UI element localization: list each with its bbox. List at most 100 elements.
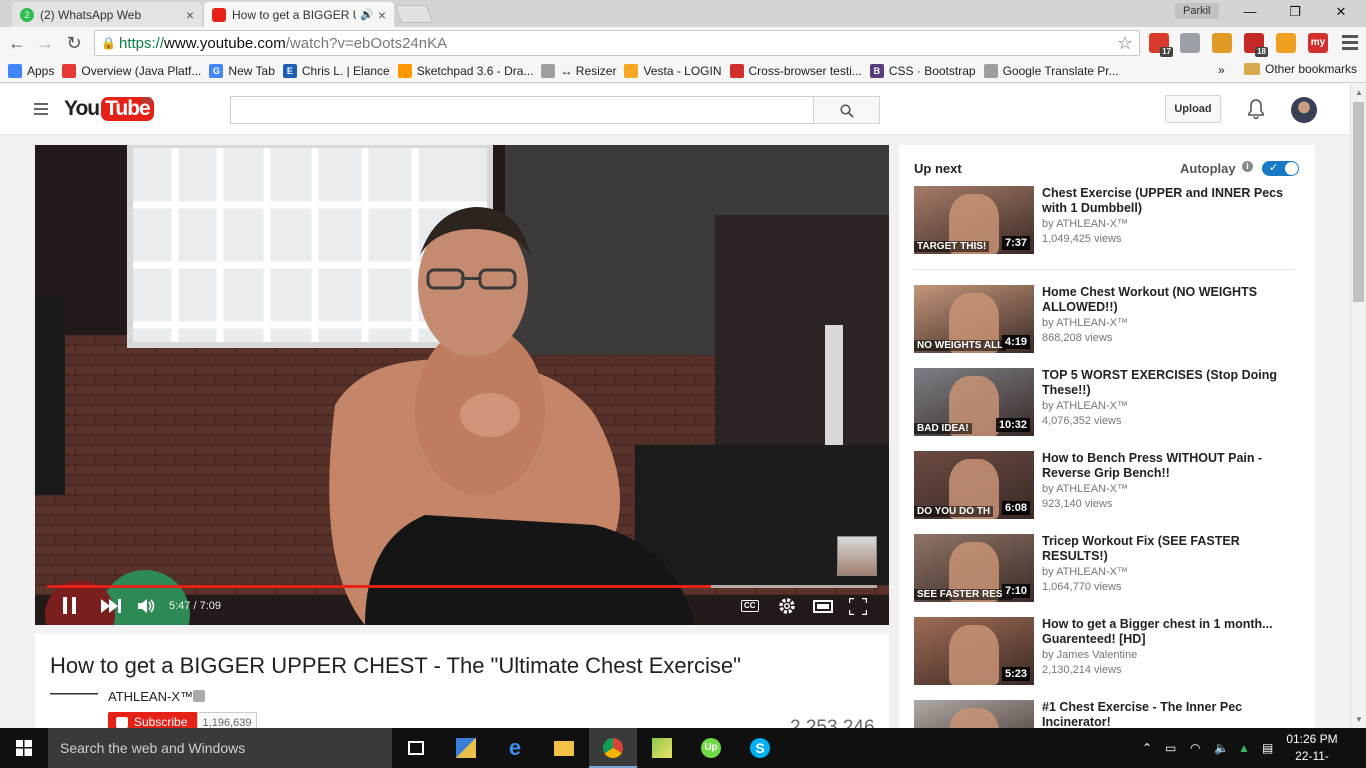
video-title[interactable]: How to get a Bigger chest in 1 month... … xyxy=(1042,617,1304,647)
up-next-item[interactable]: TARGET THIS! 7:37 Chest Exercise (UPPER an… xyxy=(914,186,1304,256)
show-hidden-icons[interactable]: ⌃ xyxy=(1142,741,1152,755)
extension-3-icon[interactable] xyxy=(1212,33,1232,53)
extension-4-icon[interactable]: 18 xyxy=(1244,33,1268,57)
video-thumbnail[interactable]: 5:23 xyxy=(914,617,1034,685)
progress-bar[interactable] xyxy=(47,585,877,588)
user-avatar[interactable] xyxy=(1291,97,1317,123)
channel-name[interactable]: ATHLEAN-X™ xyxy=(108,689,193,704)
taskbar-app-notes[interactable] xyxy=(638,728,686,768)
video-title[interactable]: How to Bench Press WITHOUT Pain - Revers… xyxy=(1042,451,1304,481)
tab-whatsapp[interactable]: 2 (2) WhatsApp Web × xyxy=(12,2,202,27)
restore-button[interactable]: ❐ xyxy=(1280,4,1310,22)
extension-5-icon[interactable] xyxy=(1276,33,1296,53)
video-title[interactable]: TOP 5 WORST EXERCISES (Stop Doing These!… xyxy=(1042,368,1304,398)
up-next-item[interactable]: 5:23 How to get a Bigger chest in 1 month… xyxy=(914,617,1304,687)
task-view-button[interactable] xyxy=(392,728,440,768)
video-thumbnail[interactable] xyxy=(914,700,1034,728)
taskbar-app-edge[interactable]: e xyxy=(491,728,539,768)
channel-watermark[interactable] xyxy=(837,536,877,576)
bookmark-item[interactable]: Cross-browser testi... xyxy=(729,63,862,78)
video-title[interactable]: #1 Chest Exercise - The Inner Pec Incine… xyxy=(1042,700,1304,728)
scroll-down-icon[interactable]: ▼ xyxy=(1355,715,1363,724)
video-thumbnail[interactable]: NO WEIGHTS ALL 4:19 xyxy=(914,285,1034,353)
tab-youtube[interactable]: How to get a BIGGER U 🔊 × xyxy=(204,2,394,27)
back-button[interactable]: ← xyxy=(6,32,28,54)
bookmark-item[interactable]: ↔ Resizer xyxy=(541,63,616,78)
taskbar-app-network[interactable] xyxy=(442,728,490,768)
forward-button[interactable]: → xyxy=(34,32,56,54)
fullscreen-button[interactable] xyxy=(847,596,869,618)
video-thumbnail[interactable]: BAD IDEA! 10:32 xyxy=(914,368,1034,436)
taskbar-app-skype[interactable]: S xyxy=(736,728,784,768)
reload-button[interactable]: ↻ xyxy=(63,32,85,54)
new-tab-button[interactable] xyxy=(394,5,434,23)
battery-icon[interactable]: ▭ xyxy=(1165,741,1176,755)
bookmark-item[interactable]: B CSS · Bootstrap xyxy=(869,63,976,78)
info-icon[interactable]: i xyxy=(1242,161,1253,172)
profile-button[interactable]: Parkil xyxy=(1175,3,1219,19)
up-next-item[interactable]: SEE FASTER RESU 7:10 Tricep Workout Fix (S… xyxy=(914,534,1304,604)
volume-button[interactable] xyxy=(138,598,156,617)
video-title[interactable]: Home Chest Workout (NO WEIGHTS ALLOWED!!… xyxy=(1042,285,1304,315)
bookmark-item[interactable]: E Chris L. | Elance xyxy=(282,63,390,78)
extension-1-icon[interactable]: 17 xyxy=(1149,33,1173,57)
bookmarks-overflow-button[interactable]: » xyxy=(1218,63,1225,77)
channel-byline[interactable]: by ATHLEAN-X™ xyxy=(1042,218,1128,230)
video-thumbnail[interactable]: TARGET THIS! 7:37 xyxy=(914,186,1034,254)
channel-avatar[interactable] xyxy=(50,689,98,729)
bookmark-item[interactable]: Sketchpad 3.6 - Dra... xyxy=(397,63,533,78)
autoplay-toggle[interactable]: ✓ xyxy=(1262,161,1299,176)
bookmark-star-icon[interactable]: ☆ xyxy=(1117,33,1133,54)
upload-button[interactable]: Upload xyxy=(1165,95,1221,123)
youtube-logo[interactable]: You Tube xyxy=(64,97,154,121)
scroll-up-icon[interactable]: ▲ xyxy=(1355,88,1363,97)
next-button[interactable] xyxy=(101,599,121,616)
extension-2-icon[interactable] xyxy=(1180,33,1200,53)
up-next-item[interactable]: #1 Chest Exercise - The Inner Pec Incine… xyxy=(914,700,1304,728)
video-title[interactable]: Chest Exercise (UPPER and INNER Pecs wit… xyxy=(1042,186,1304,216)
bookmark-item[interactable]: Overview (Java Platf... xyxy=(62,63,201,78)
volume-tray-icon[interactable]: 🔈 xyxy=(1214,741,1229,755)
extension-6-icon[interactable]: my xyxy=(1308,33,1328,53)
drive-sync-icon[interactable]: ▲ xyxy=(1238,741,1250,755)
video-thumbnail[interactable]: DO YOU DO TH 6:08 xyxy=(914,451,1034,519)
up-next-item[interactable]: NO WEIGHTS ALL 4:19 Home Chest Workout (NO… xyxy=(914,285,1304,355)
bookmark-item[interactable]: G New Tab xyxy=(209,63,275,78)
taskbar-app-explorer[interactable] xyxy=(540,728,588,768)
start-button[interactable] xyxy=(0,728,48,768)
video-thumbnail[interactable]: SEE FASTER RESU 7:10 xyxy=(914,534,1034,602)
channel-byline[interactable]: by ATHLEAN-X™ xyxy=(1042,483,1128,495)
search-input[interactable] xyxy=(230,96,814,124)
up-next-item[interactable]: DO YOU DO TH 6:08 How to Bench Press WITHO… xyxy=(914,451,1304,521)
other-bookmarks[interactable]: Other bookmarks xyxy=(1244,62,1357,76)
channel-byline[interactable]: by ATHLEAN-X™ xyxy=(1042,317,1128,329)
up-next-item[interactable]: BAD IDEA! 10:32 TOP 5 WORST EXERCISES (Sto… xyxy=(914,368,1304,438)
guide-menu-button[interactable] xyxy=(34,103,48,118)
notifications-bell-icon[interactable] xyxy=(1247,99,1265,122)
bookmark-item[interactable]: Apps xyxy=(8,63,54,78)
bookmark-item[interactable]: Vesta - LOGIN xyxy=(624,63,722,78)
captions-button[interactable]: CC xyxy=(741,600,759,612)
taskbar-search[interactable]: Search the web and Windows xyxy=(48,728,392,768)
taskbar-app-chrome[interactable] xyxy=(589,728,637,768)
close-tab-icon[interactable]: × xyxy=(186,7,194,23)
close-window-button[interactable]: ✕ xyxy=(1326,4,1356,22)
chrome-menu-button[interactable] xyxy=(1342,35,1358,51)
channel-byline[interactable]: by ATHLEAN-X™ xyxy=(1042,400,1128,412)
action-center-icon[interactable]: ▤ xyxy=(1262,741,1273,755)
system-clock[interactable]: 01:26 PM 22-11-2015 xyxy=(1282,731,1342,768)
address-bar[interactable]: 🔒 https://www.youtube.com/watch?v=ebOots… xyxy=(94,30,1140,56)
page-scrollbar[interactable]: ▲ ▼ xyxy=(1350,84,1366,728)
taskbar-app-upwork[interactable]: Up xyxy=(687,728,735,768)
channel-byline[interactable]: by ATHLEAN-X™ xyxy=(1042,566,1128,578)
bookmark-item[interactable]: Google Translate Pr... xyxy=(983,63,1119,78)
speaker-icon[interactable]: 🔊 xyxy=(360,8,374,21)
settings-button[interactable] xyxy=(778,597,796,618)
close-tab-icon[interactable]: × xyxy=(378,7,386,23)
wifi-icon[interactable]: ◠ xyxy=(1190,741,1200,755)
search-button[interactable] xyxy=(813,96,880,124)
pause-button[interactable] xyxy=(63,597,77,617)
channel-byline[interactable]: by James Valentine xyxy=(1042,649,1137,661)
video-player[interactable]: 5:47 / 7:09 CC xyxy=(35,145,889,625)
scrollbar-thumb[interactable] xyxy=(1353,102,1364,302)
